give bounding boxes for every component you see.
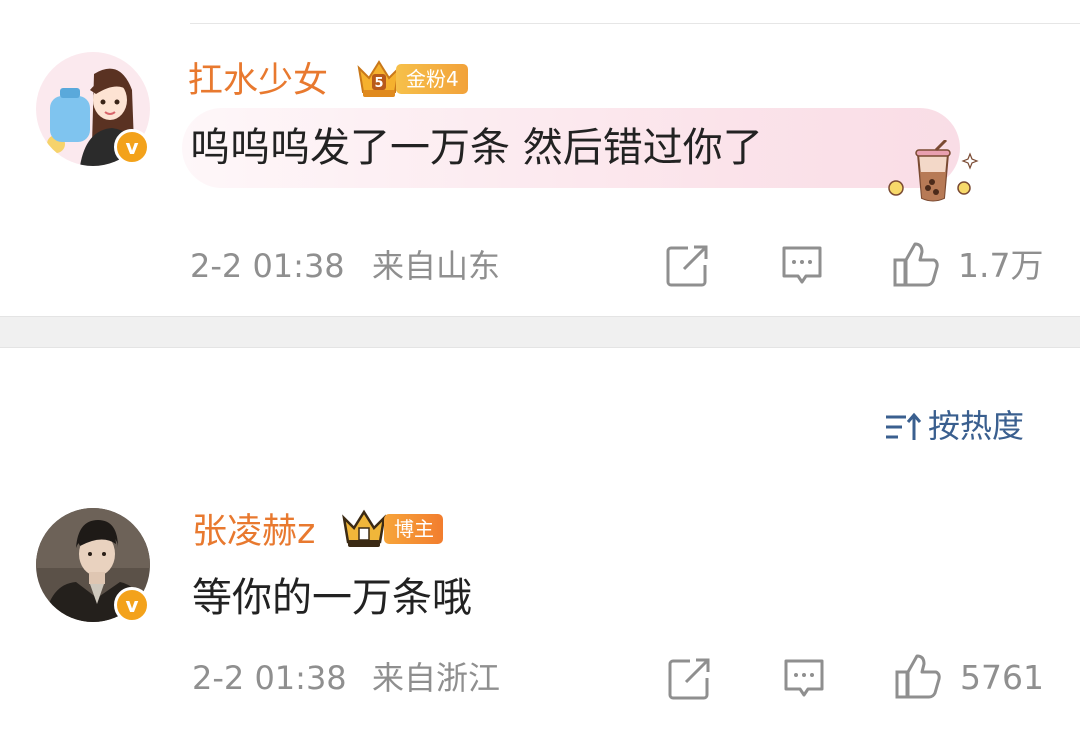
comment-time: 2-2 01:38 [192, 659, 347, 697]
comment-2: v 张凌赫z 博主 等你的一万条哦 2-2 01:38 来自浙江 5761 [0, 480, 1080, 751]
verified-badge-icon: v [114, 129, 150, 165]
comment-text: 等你的一万条哦 [192, 575, 472, 621]
rank-badge: 博主 [384, 514, 443, 544]
share-icon[interactable] [668, 658, 712, 700]
like-count: 1.7万 [958, 246, 1044, 285]
section-divider [0, 316, 1080, 348]
crown-icon [340, 508, 386, 548]
comment-time: 2-2 01:38 [190, 247, 345, 285]
milk-tea-sticker-icon [884, 140, 980, 206]
username[interactable]: 张凌赫z [192, 512, 315, 552]
sort-label: 按热度 [928, 407, 1025, 445]
comment-1: v 扛水少女 5 金粉4 呜呜呜发了一万条 然后错过你了 2-2 01:38 来… [0, 0, 1080, 316]
rank-badge: 金粉4 [396, 64, 468, 94]
like-icon[interactable] [894, 652, 942, 700]
comment-location: 来自山东 [372, 247, 501, 285]
comment-location: 来自浙江 [372, 659, 501, 697]
crown-icon: 5 [355, 58, 401, 98]
comment-icon[interactable] [780, 244, 824, 288]
share-icon[interactable] [666, 245, 710, 287]
like-count: 5761 [960, 658, 1044, 697]
verified-badge-icon: v [114, 587, 150, 623]
username[interactable]: 扛水少女 [188, 61, 328, 101]
badge-level: 5 [374, 76, 383, 91]
like-icon[interactable] [892, 240, 940, 288]
sort-icon [884, 412, 922, 442]
comment-icon[interactable] [782, 657, 826, 701]
comment-text: 呜呜呜发了一万条 然后错过你了 [190, 125, 763, 171]
